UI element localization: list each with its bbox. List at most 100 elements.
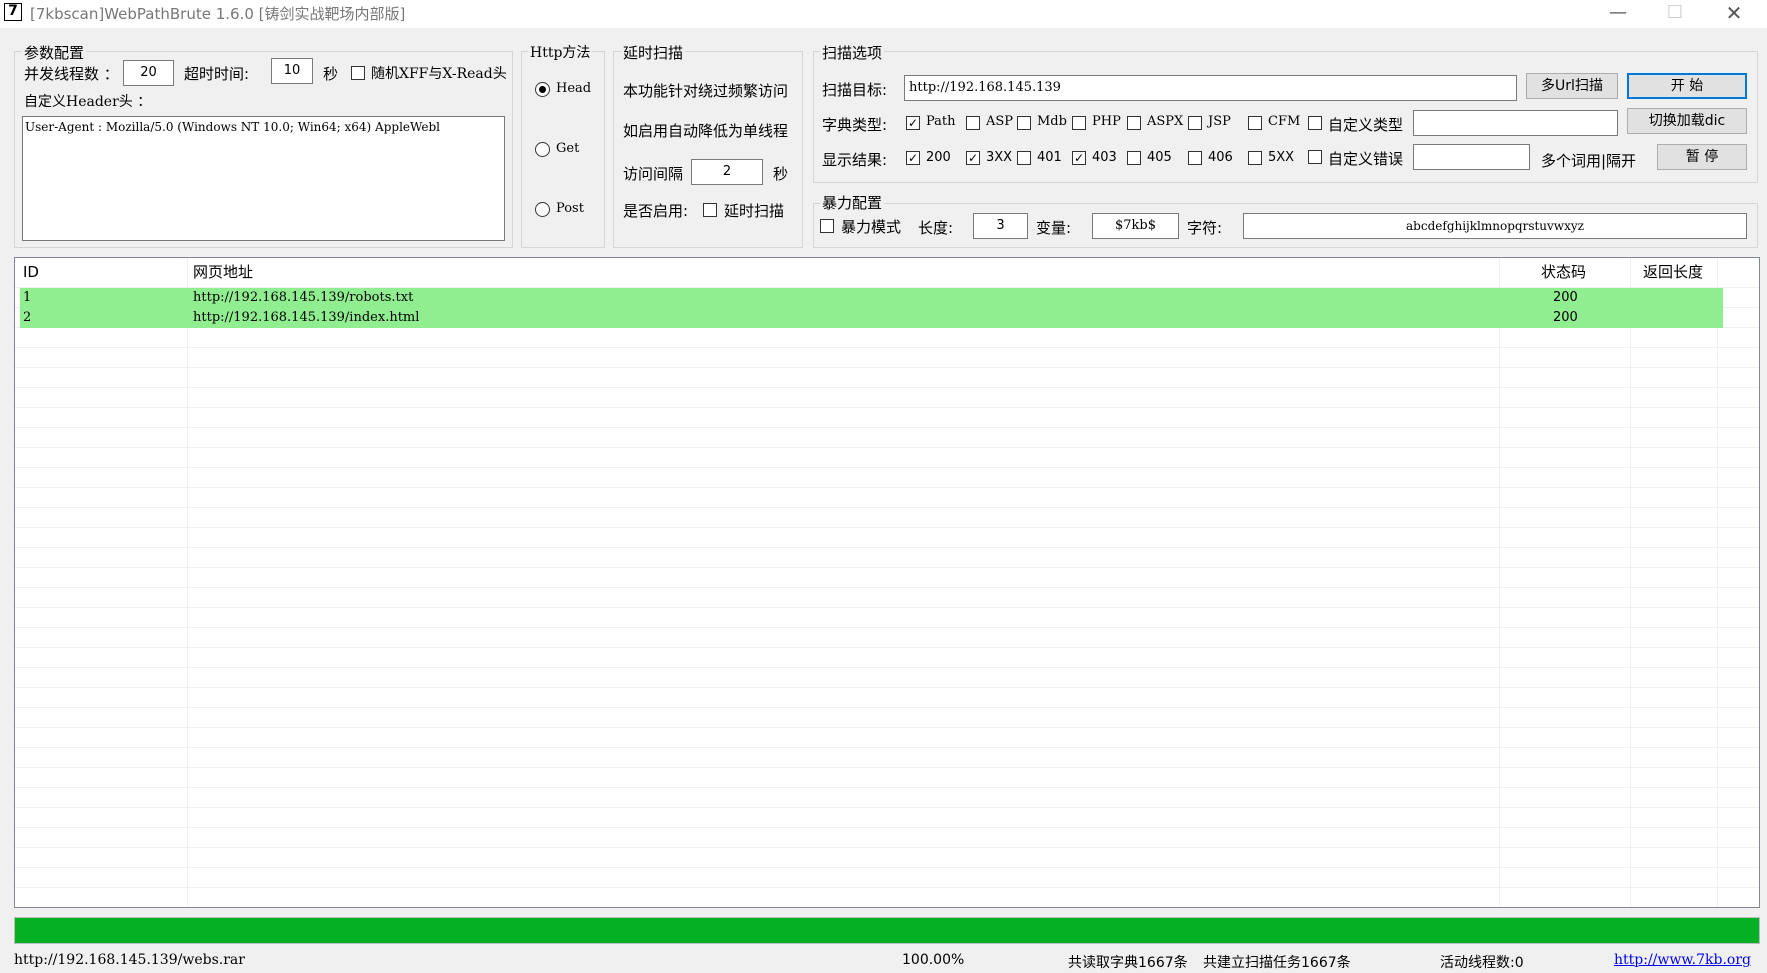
row-divider <box>15 687 1759 688</box>
row-divider <box>15 407 1759 408</box>
dict-php-checkbox[interactable] <box>1072 116 1086 130</box>
custom-type-checkbox[interactable] <box>1308 116 1322 130</box>
brute-mode-checkbox[interactable] <box>820 219 834 233</box>
table-row[interactable]: 2 http://192.168.145.139/index.html 200 <box>20 308 1723 328</box>
pause-button[interactable]: 暂 停 <box>1657 144 1747 170</box>
row-divider <box>15 867 1759 868</box>
dict-path-checkbox[interactable]: ✓ <box>906 116 920 130</box>
threads-label: 并发线程数 ： <box>24 65 119 83</box>
col-header-status[interactable]: 状态码 <box>1541 258 1586 287</box>
col-header-id[interactable]: ID <box>23 258 39 287</box>
delay-desc-1: 本功能针对绕过频繁访问 <box>623 82 789 100</box>
dict-jsp-checkbox[interactable] <box>1188 116 1202 130</box>
results-table[interactable]: ID 网页地址 状态码 返回长度 1 http://192.168.145.13… <box>14 257 1760 908</box>
target-label: 扫描目标: <box>822 81 888 99</box>
radio-head[interactable] <box>535 82 550 97</box>
row-divider <box>15 747 1759 748</box>
result-200-label: 200 <box>926 150 951 165</box>
col-divider <box>1630 258 1631 907</box>
switch-dict-button[interactable]: 切换加载dic <box>1627 108 1747 134</box>
delay-enable-label: 是否启用: <box>623 202 689 220</box>
random-xff-checkbox[interactable] <box>351 66 365 80</box>
timeout-unit: 秒 <box>323 65 339 83</box>
show-results-label: 显示结果: <box>822 151 888 169</box>
threads-input[interactable]: 20 <box>123 60 174 86</box>
dict-php-label: PHP <box>1092 114 1121 129</box>
dict-cfm-checkbox[interactable] <box>1248 116 1262 130</box>
website-link[interactable]: http://www.7kb.org <box>1614 952 1751 968</box>
row-divider <box>15 587 1759 588</box>
multi-url-button[interactable]: 多Url扫描 <box>1526 73 1618 99</box>
custom-type-label: 自定义类型 <box>1328 116 1404 134</box>
maximize-button[interactable]: ☐ <box>1652 0 1698 26</box>
row-divider <box>15 547 1759 548</box>
multi-word-hint: 多个词用|隔开 <box>1541 152 1637 170</box>
http-method-group-label: Http方法 <box>528 42 593 62</box>
timeout-input[interactable]: 10 <box>271 58 313 84</box>
custom-type-input[interactable] <box>1413 110 1618 136</box>
result-5xx-label: 5XX <box>1268 150 1295 165</box>
custom-error-input[interactable] <box>1413 144 1530 170</box>
dict-asp-checkbox[interactable] <box>966 116 980 130</box>
result-406-label: 406 <box>1208 150 1233 165</box>
cell-status: 200 <box>1553 310 1578 325</box>
result-3xx-checkbox[interactable]: ✓ <box>966 151 980 165</box>
dict-aspx-checkbox[interactable] <box>1127 116 1141 130</box>
col-header-url[interactable]: 网页地址 <box>193 258 253 287</box>
header-textarea[interactable]: User-Agent : Mozilla/5.0 (Windows NT 10.… <box>22 116 505 241</box>
cell-id: 1 <box>23 290 32 305</box>
app-icon: 7 <box>4 3 22 21</box>
params-group-label: 参数配置 <box>22 42 87 63</box>
row-divider <box>15 607 1759 608</box>
length-label: 长度: <box>918 219 954 237</box>
result-405-checkbox[interactable] <box>1127 151 1141 165</box>
chars-input[interactable]: abcdefghijklmnopqrstuvwxyz <box>1243 213 1747 239</box>
variable-label: 变量: <box>1036 219 1072 237</box>
dict-type-label: 字典类型: <box>822 116 888 134</box>
row-divider <box>15 667 1759 668</box>
col-header-length[interactable]: 返回长度 <box>1643 258 1703 287</box>
result-403-checkbox[interactable]: ✓ <box>1072 151 1086 165</box>
delay-enable-checkbox[interactable] <box>703 203 717 217</box>
header-label: 自定义Header头 ： <box>24 94 152 110</box>
row-divider <box>15 627 1759 628</box>
result-401-checkbox[interactable] <box>1017 151 1031 165</box>
random-xff-label: 随机XFF与X-Read头 <box>371 66 507 82</box>
radio-head-label: Head <box>556 81 592 96</box>
brute-mode-label: 暴力模式 <box>841 218 902 236</box>
dict-mdb-label: Mdb <box>1037 114 1067 129</box>
minimize-button[interactable]: — <box>1595 0 1641 26</box>
header-textarea-text: User-Agent : Mozilla/5.0 (Windows NT 10.… <box>25 120 440 134</box>
progress-fill <box>15 918 1759 943</box>
target-input[interactable]: http://192.168.145.139 <box>904 75 1517 101</box>
custom-error-checkbox[interactable] <box>1308 150 1322 164</box>
status-tasks-created: 共建立扫描任务1667条 <box>1203 955 1351 971</box>
radio-get-label: Get <box>556 141 580 156</box>
status-dict-read: 共读取字典1667条 <box>1068 955 1188 971</box>
scan-options-group-label: 扫描选项 <box>820 42 885 63</box>
result-401-label: 401 <box>1037 150 1062 165</box>
result-406-checkbox[interactable] <box>1188 151 1202 165</box>
row-divider <box>15 467 1759 468</box>
delay-group-label: 延时扫描 <box>621 42 686 63</box>
cell-id: 2 <box>23 310 32 325</box>
dict-mdb-checkbox[interactable] <box>1017 116 1031 130</box>
custom-error-label: 自定义错误 <box>1328 150 1404 168</box>
radio-get[interactable] <box>535 142 550 157</box>
result-5xx-checkbox[interactable] <box>1248 151 1262 165</box>
radio-post[interactable] <box>535 202 550 217</box>
window-title: [7kbscan]WebPathBrute 1.6.0 [铸剑实战靶场内部版] <box>30 5 406 23</box>
delay-desc-2: 如启用自动降低为单线程 <box>623 122 789 140</box>
variable-input[interactable]: $7kb$ <box>1092 213 1179 239</box>
row-divider <box>15 347 1759 348</box>
dict-cfm-label: CFM <box>1268 114 1301 129</box>
row-divider <box>15 527 1759 528</box>
result-200-checkbox[interactable]: ✓ <box>906 151 920 165</box>
table-row[interactable]: 1 http://192.168.145.139/robots.txt 200 <box>20 288 1723 308</box>
start-button[interactable]: 开 始 <box>1627 73 1747 99</box>
row-divider <box>15 367 1759 368</box>
cell-status: 200 <box>1553 290 1578 305</box>
length-input[interactable]: 3 <box>973 213 1028 239</box>
interval-input[interactable]: 2 <box>691 159 763 185</box>
close-button[interactable]: ✕ <box>1711 0 1757 26</box>
